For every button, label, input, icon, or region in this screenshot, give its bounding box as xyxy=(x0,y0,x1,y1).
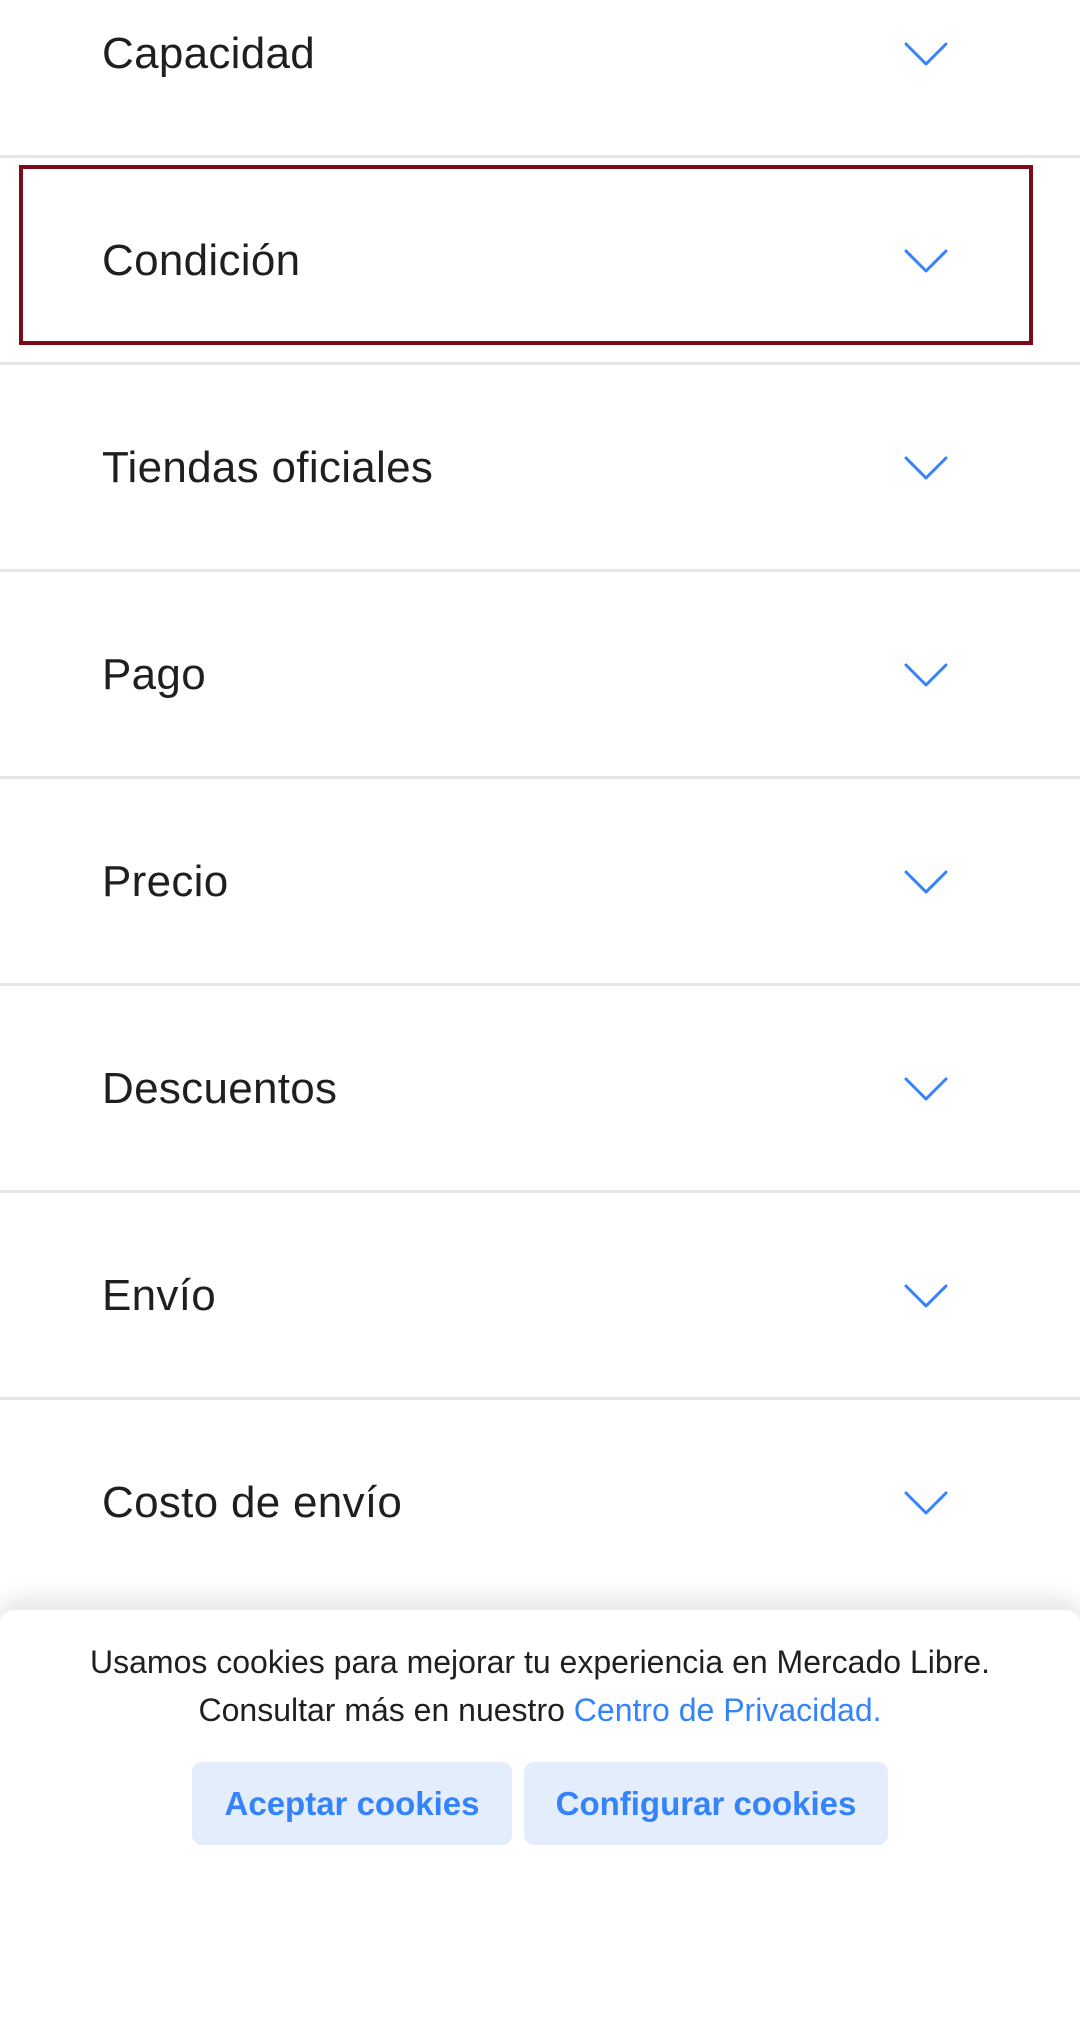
privacy-center-link[interactable]: Centro de Privacidad. xyxy=(574,1692,882,1728)
filter-costo-de-envio[interactable]: Costo de envío xyxy=(0,1399,1080,1606)
filter-pago[interactable]: Pago xyxy=(0,571,1080,778)
filter-label: Envío xyxy=(102,1270,217,1320)
filter-label: Costo de envío xyxy=(102,1477,403,1527)
filter-label: Precio xyxy=(102,856,229,906)
cookie-banner: Usamos cookies para mejorar tu experienc… xyxy=(0,1610,1080,2037)
chevron-down-icon xyxy=(904,870,948,893)
filter-precio[interactable]: Precio xyxy=(0,778,1080,985)
chevron-down-icon xyxy=(904,1284,948,1307)
filter-envio[interactable]: Envío xyxy=(0,1192,1080,1399)
cookie-message: Usamos cookies para mejorar tu experienc… xyxy=(60,1638,1020,1734)
filter-descuentos[interactable]: Descuentos xyxy=(0,985,1080,1192)
filter-tiendas-oficiales[interactable]: Tiendas oficiales xyxy=(0,364,1080,571)
filter-label: Capacidad xyxy=(102,28,316,78)
filter-capacidad[interactable]: Capacidad xyxy=(0,0,1080,157)
chevron-down-icon xyxy=(904,456,948,479)
filter-label: Pago xyxy=(102,649,206,699)
filter-label: Tiendas oficiales xyxy=(102,442,434,492)
chevron-down-icon xyxy=(904,1491,948,1514)
chevron-down-icon xyxy=(904,663,948,686)
chevron-down-icon xyxy=(904,42,948,65)
accept-cookies-button[interactable]: Aceptar cookies xyxy=(192,1762,512,1845)
configure-cookies-button[interactable]: Configurar cookies xyxy=(524,1762,888,1845)
filter-label: Descuentos xyxy=(102,1063,338,1113)
chevron-down-icon xyxy=(904,1077,948,1100)
selection-highlight xyxy=(19,165,1033,345)
